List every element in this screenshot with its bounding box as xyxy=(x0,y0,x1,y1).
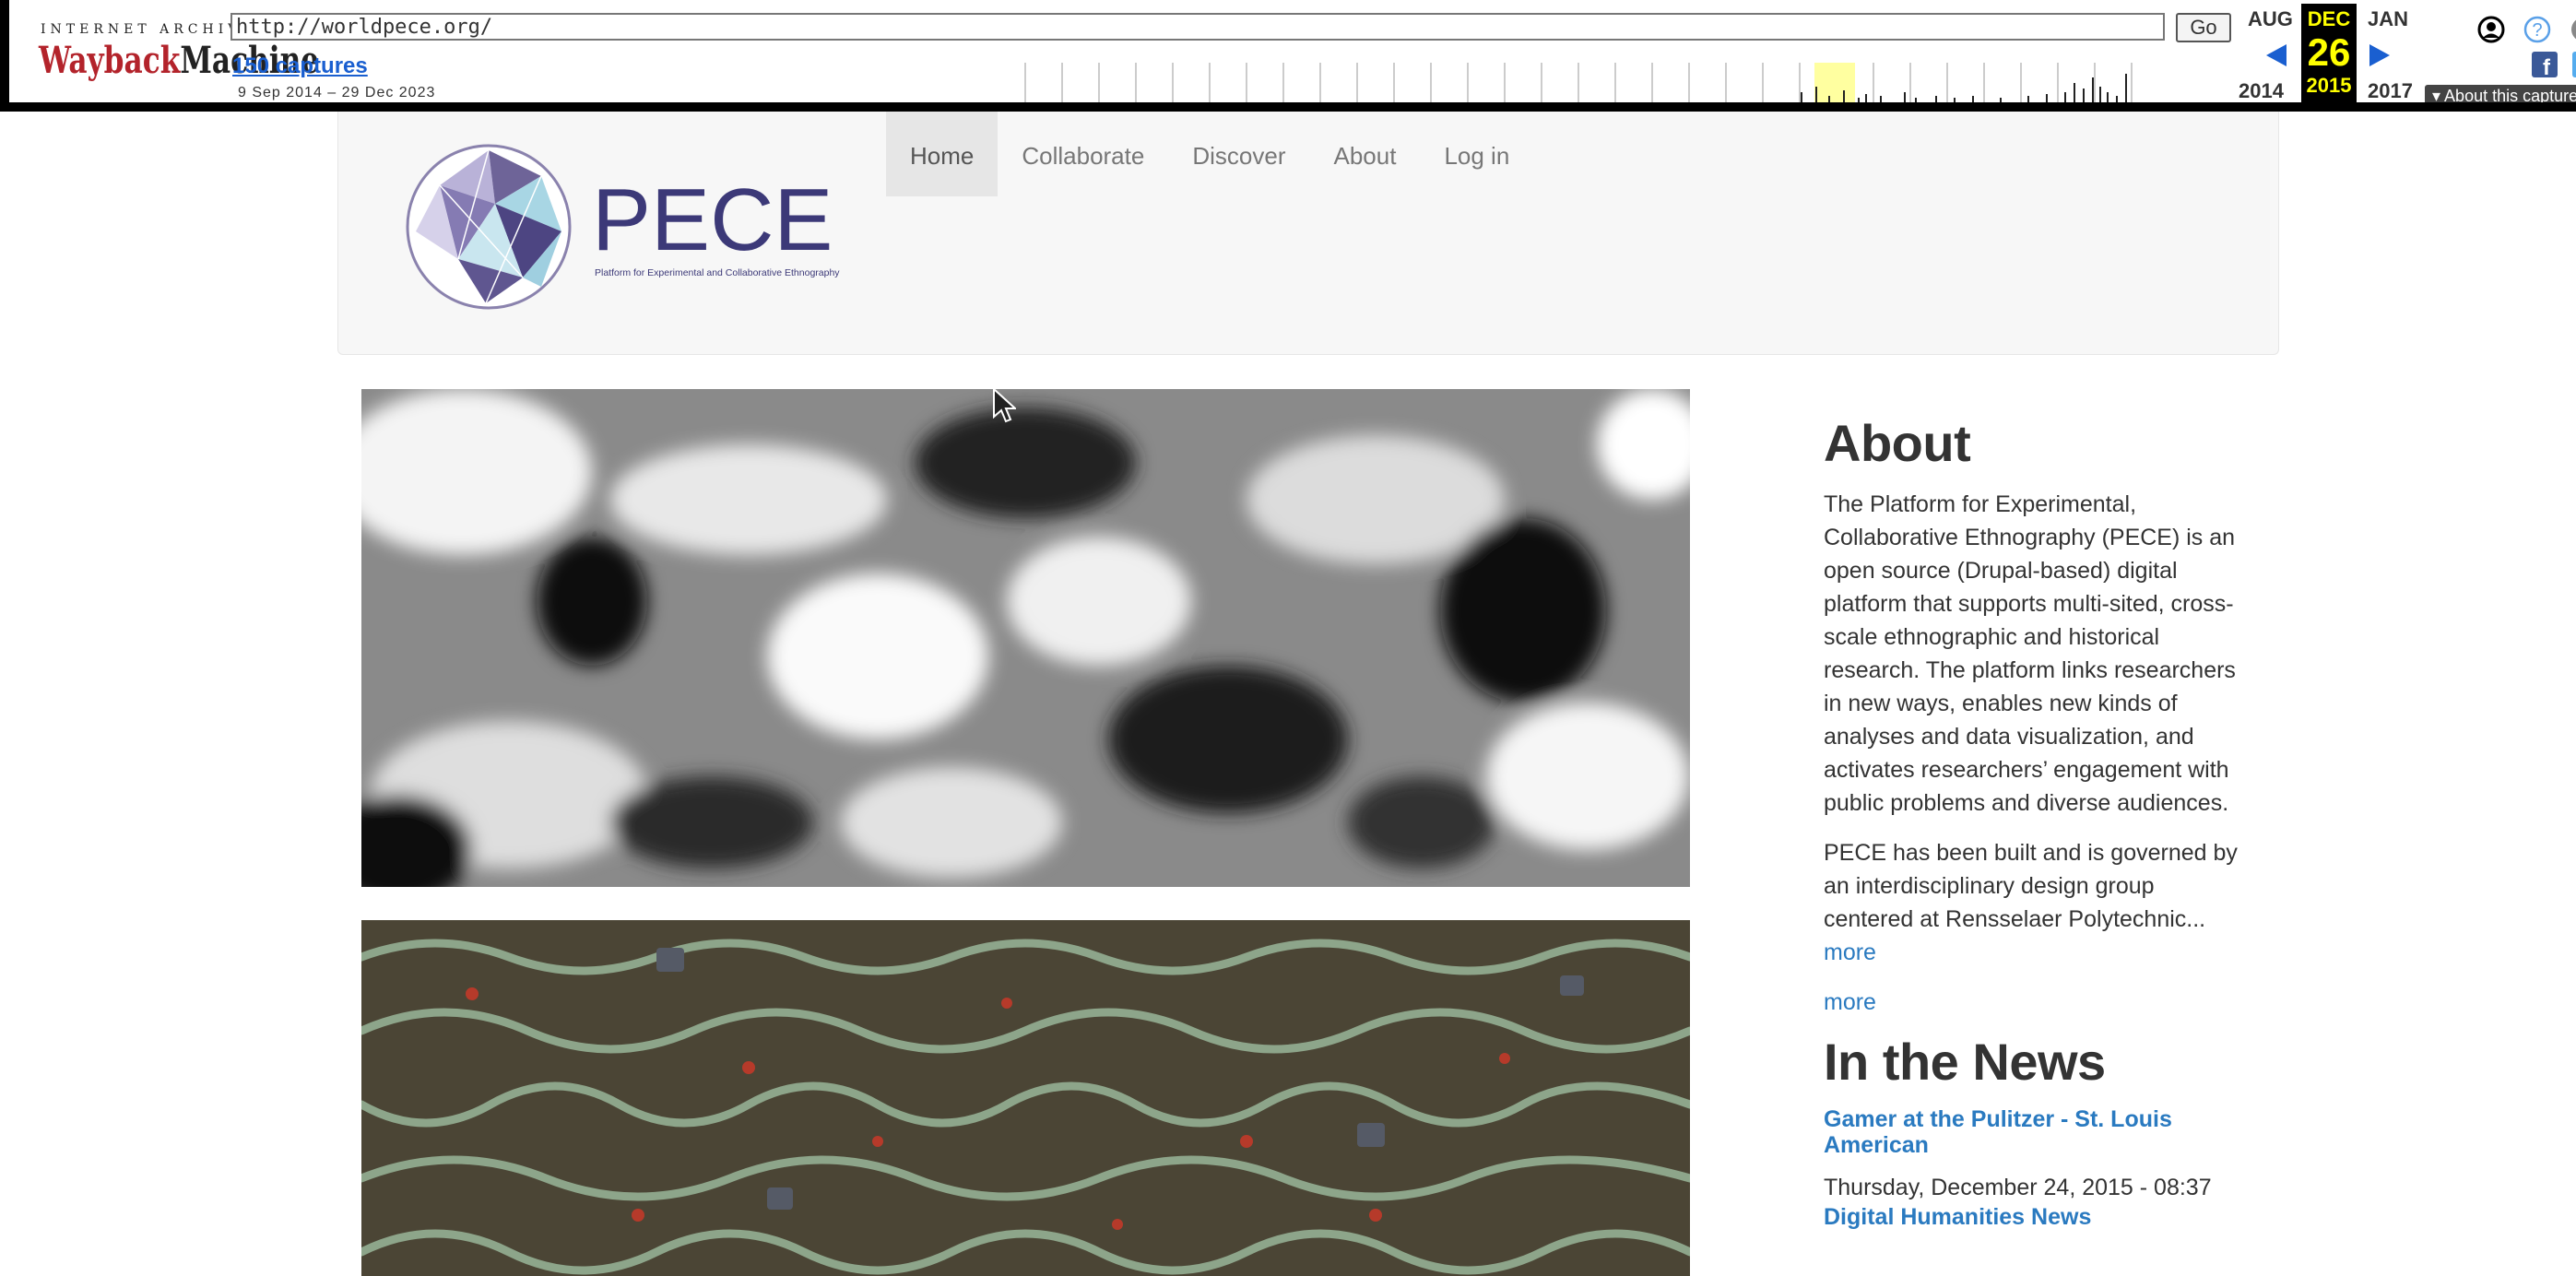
account-icon[interactable] xyxy=(2476,15,2506,44)
close-icon[interactable] xyxy=(2569,15,2576,44)
about-heading: About xyxy=(1824,414,1971,472)
prev-month-label[interactable]: AUG xyxy=(2248,7,2293,31)
about-more-link[interactable]: more xyxy=(1824,936,2248,969)
next-year-label[interactable]: 2017 xyxy=(2368,79,2413,102)
nav-home[interactable]: Home xyxy=(886,112,998,196)
turbulence-image[interactable] xyxy=(361,389,1690,887)
next-month-label[interactable]: JAN xyxy=(2368,7,2408,31)
maze-image[interactable] xyxy=(361,920,1690,1276)
news-item-date: Thursday, December 24, 2015 - 08:37 xyxy=(1824,1174,2212,1200)
wayback-logo[interactable]: INTERNET ARCHIVE WaybackMachine xyxy=(31,18,319,90)
svg-text:?: ? xyxy=(2532,20,2542,41)
capture-sparkline[interactable] xyxy=(1023,55,2194,103)
wayback-toolbar: INTERNET ARCHIVE WaybackMachine http://w… xyxy=(0,0,2576,112)
pece-wordmark: PECE xyxy=(592,171,833,269)
news-heading: In the News xyxy=(1824,1032,2106,1091)
prev-capture-arrow-icon[interactable] xyxy=(2264,42,2288,68)
next-capture-arrow-icon[interactable] xyxy=(2368,42,2392,68)
twitter-icon[interactable] xyxy=(2572,52,2576,77)
go-button[interactable]: Go xyxy=(2176,13,2231,42)
main-nav: Home Collaborate Discover About Log in xyxy=(886,112,1533,196)
nav-log-in[interactable]: Log in xyxy=(1420,112,1533,196)
internet-archive-label: INTERNET ARCHIVE xyxy=(41,22,256,37)
site-header: PECE Platform for Experimental and Colla… xyxy=(337,112,2279,355)
wayback-url-input[interactable]: http://worldpece.org/ xyxy=(230,13,2165,41)
svg-text:f: f xyxy=(2543,55,2551,77)
pece-subtitle: Platform for Experimental and Collaborat… xyxy=(595,267,840,278)
about-paragraph-1: The Platform for Experimental, Collabora… xyxy=(1824,490,2236,816)
news-item-link[interactable]: Digital Humanities News xyxy=(1824,1204,2248,1230)
mouse-cursor-icon xyxy=(993,387,1016,423)
captures-link[interactable]: 150 captures xyxy=(232,53,368,79)
nav-discover[interactable]: Discover xyxy=(1168,112,1309,196)
about-this-capture-button[interactable]: ▾ About this capture xyxy=(2425,85,2576,105)
nav-about[interactable]: About xyxy=(1309,112,1420,196)
capture-date-range: 9 Sep 2014 – 29 Dec 2023 xyxy=(238,85,436,100)
chevron-down-icon: ▾ xyxy=(2432,87,2445,105)
nav-collaborate[interactable]: Collaborate xyxy=(998,112,1168,196)
facebook-icon[interactable]: f xyxy=(2532,52,2558,77)
block-more-link[interactable]: more xyxy=(1824,986,2248,1019)
about-paragraph-2: PECE has been built and is governed by a… xyxy=(1824,839,2238,932)
pece-logo[interactable]: PECE Platform for Experimental and Colla… xyxy=(403,139,855,314)
prev-year-label[interactable]: 2014 xyxy=(2239,79,2284,102)
help-icon[interactable]: ? xyxy=(2523,15,2552,44)
sidebar: About The Platform for Experimental, Col… xyxy=(1824,414,2248,1243)
current-capture-date: DEC 26 2015 xyxy=(2301,4,2357,102)
news-item-link[interactable]: Gamer at the Pulitzer - St. Louis Americ… xyxy=(1824,1106,2248,1158)
